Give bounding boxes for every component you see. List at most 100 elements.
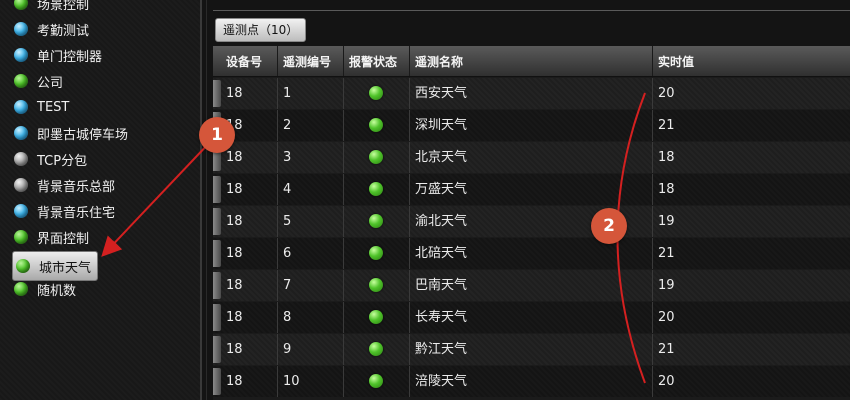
status-dot-icon [14, 282, 28, 296]
table-row[interactable]: 18 4 万盛天气 18 [213, 174, 850, 205]
alarm-ok-icon [369, 310, 383, 324]
cell-telemetry-name: 北京天气 [410, 142, 653, 173]
status-dot-icon [14, 204, 28, 218]
cell-telemetry-id: 4 [278, 174, 344, 205]
sidebar-item-label: 即墨古城停车场 [37, 127, 129, 143]
cell-realtime-value: 19 [658, 278, 675, 293]
status-dot-icon [16, 259, 30, 273]
sidebar-item[interactable]: 考勤测试 [14, 17, 89, 41]
column-header-device[interactable]: 设备号 [221, 46, 278, 76]
cell-device: 18 [221, 238, 278, 269]
alarm-ok-icon [369, 246, 383, 260]
table-row[interactable]: 18 10 涪陵天气 20 [213, 366, 850, 397]
column-header-alarm-status[interactable]: 报警状态 [344, 46, 410, 76]
table-row[interactable]: 18 5 渝北天气 19 [213, 206, 850, 237]
cell-telemetry-name: 西安天气 [410, 78, 653, 109]
sidebar-item-label: 单门控制器 [37, 49, 103, 65]
alarm-ok-icon [369, 86, 383, 100]
cell-realtime-value: 21 [658, 118, 675, 133]
sidebar-item-label: 随机数 [37, 283, 77, 299]
cell-device: 18 [221, 174, 278, 205]
sidebar-item-label: 城市天气 [39, 260, 92, 276]
sidebar-item-label: 界面控制 [37, 231, 90, 247]
status-dot-icon [14, 230, 28, 244]
sidebar-item[interactable]: 背景音乐总部 [14, 173, 115, 197]
table-row[interactable]: 18 6 北碚天气 21 [213, 238, 850, 269]
cell-telemetry-id: 2 [278, 110, 344, 141]
cell-telemetry-name: 北碚天气 [410, 238, 653, 269]
row-handle[interactable] [213, 304, 221, 331]
cell-telemetry-id: 5 [278, 206, 344, 237]
table-row[interactable]: 18 9 黔江天气 21 [213, 334, 850, 365]
cell-telemetry-name: 万盛天气 [410, 174, 653, 205]
cell-alarm-status [344, 110, 410, 141]
sidebar-item-label: 背景音乐住宅 [37, 205, 116, 221]
table-row[interactable]: 18 8 长寿天气 20 [213, 302, 850, 333]
status-dot-icon [14, 152, 28, 166]
sidebar-item[interactable]: 单门控制器 [14, 43, 102, 67]
table-row[interactable]: 18 1 西安天气 20 [213, 78, 850, 109]
cell-telemetry-id: 1 [278, 78, 344, 109]
row-handle[interactable] [213, 208, 221, 235]
sidebar-item[interactable]: 背景音乐住宅 [14, 199, 115, 223]
status-dot-icon [14, 48, 28, 62]
column-header-telemetry-name[interactable]: 遥测名称 [410, 46, 653, 76]
cell-device: 18 [221, 366, 278, 397]
annotation-badge-1: 1 [199, 117, 235, 153]
cell-device: 18 [221, 334, 278, 365]
cell-telemetry-name: 涪陵天气 [410, 366, 653, 397]
sidebar-item-label: TEST [37, 99, 70, 115]
sidebar-item[interactable]: TCP分包 [14, 147, 87, 171]
sidebar-item-label: 背景音乐总部 [37, 179, 116, 195]
sidebar-item[interactable]: 公司 [14, 69, 63, 93]
cell-realtime-value: 18 [658, 150, 675, 165]
alarm-ok-icon [369, 342, 383, 356]
status-dot-icon [14, 74, 28, 88]
cell-realtime-value: 21 [658, 342, 675, 357]
sidebar-item-label: 考勤测试 [37, 23, 90, 39]
cell-device: 18 [221, 78, 278, 109]
cell-telemetry-name: 长寿天气 [410, 302, 653, 333]
sidebar-item-label: TCP分包 [37, 153, 88, 169]
status-dot-icon [14, 126, 28, 140]
sidebar-item[interactable]: 随机数 [14, 277, 76, 301]
column-header-telemetry-id[interactable]: 遥测编号 [278, 46, 344, 76]
cell-realtime-value: 19 [658, 214, 675, 229]
sidebar-item[interactable]: 即墨古城停车场 [14, 121, 128, 145]
sidebar-item[interactable]: 界面控制 [14, 225, 89, 249]
cell-device: 18 [221, 302, 278, 333]
alarm-ok-icon [369, 374, 383, 388]
row-handle[interactable] [213, 336, 221, 363]
telemetry-table: 设备号 遥测编号 报警状态 遥测名称 实时值 18 1 西安天气 20 18 2 深圳天气 2… [213, 46, 850, 400]
cell-telemetry-id: 7 [278, 270, 344, 301]
tab-telemetry-points[interactable]: 遥测点（10） [215, 18, 307, 42]
row-handle[interactable] [213, 176, 221, 203]
alarm-ok-icon [369, 150, 383, 164]
cell-telemetry-id: 9 [278, 334, 344, 365]
cell-device: 18 [221, 206, 278, 237]
status-dot-icon [14, 178, 28, 192]
alarm-ok-icon [369, 182, 383, 196]
row-handle[interactable] [213, 272, 221, 299]
cell-telemetry-name: 巴南天气 [410, 270, 653, 301]
column-header-realtime-value[interactable]: 实时值 [653, 46, 850, 76]
table-row[interactable]: 18 7 巴南天气 19 [213, 270, 850, 301]
sidebar-item[interactable]: TEST [14, 95, 69, 119]
row-handle[interactable] [213, 368, 221, 395]
table-row[interactable]: 18 2 深圳天气 21 [213, 110, 850, 141]
sidebar-item-label: 场景控制 [37, 0, 90, 13]
table-header: 设备号 遥测编号 报警状态 遥测名称 实时值 [213, 46, 850, 77]
cell-alarm-status [344, 78, 410, 109]
cell-telemetry-id: 3 [278, 142, 344, 173]
sidebar-item[interactable]: 场景控制 [14, 0, 89, 15]
row-handle[interactable] [213, 80, 221, 107]
sidebar-divider-inner [206, 0, 207, 400]
cell-alarm-status [344, 238, 410, 269]
table-row[interactable]: 18 3 北京天气 18 [213, 142, 850, 173]
cell-alarm-status [344, 206, 410, 237]
status-dot-icon [14, 100, 28, 114]
row-handle[interactable] [213, 240, 221, 267]
alarm-ok-icon [369, 118, 383, 132]
cell-device: 18 [221, 270, 278, 301]
annotation-badge-2: 2 [591, 208, 627, 244]
